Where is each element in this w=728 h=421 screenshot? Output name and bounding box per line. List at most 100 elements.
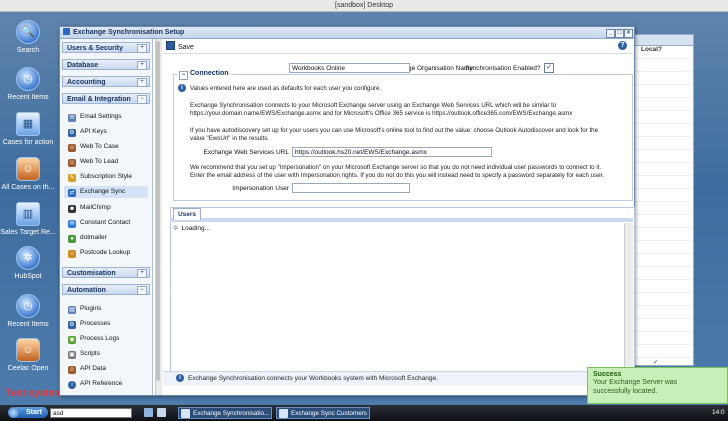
taskbar-search-input[interactable]: asd <box>50 408 132 418</box>
sidebar-item-label: API Keys <box>80 128 107 135</box>
clock-icon: ◷ <box>16 67 40 91</box>
desktop-icon-label: Recent Items <box>7 321 49 328</box>
desktop-icon-label: Recent Items <box>7 94 49 101</box>
sidebar-item-mailchimp[interactable]: ☻ MailChimp <box>68 202 111 214</box>
web-to-lead-icon: ☺ <box>68 159 76 167</box>
footer-text: Exchange Synchronisation connects your W… <box>188 375 438 382</box>
section-label: Accounting <box>67 79 106 86</box>
maximize-button[interactable]: □ <box>615 29 624 38</box>
plugins-icon: ▤ <box>68 306 76 314</box>
sidebar-item-label: Email Settings <box>80 113 122 120</box>
scripts-icon: ▣ <box>68 351 76 359</box>
search-icon[interactable]: ⌕ <box>124 408 128 418</box>
window-titlebar[interactable]: Exchange Synchronisation Setup _ □ × <box>60 27 634 39</box>
expand-icon[interactable]: + <box>137 269 147 278</box>
section-label: Users & Security <box>67 45 124 52</box>
success-toast[interactable]: Success Your Exchange Server was success… <box>587 367 728 404</box>
expand-icon[interactable]: + <box>137 61 147 70</box>
sidebar-item-plugins[interactable]: ▤ Plugins <box>68 303 101 315</box>
start-orb-icon[interactable] <box>8 407 19 418</box>
users-scrollbar[interactable] <box>624 223 633 370</box>
minimize-button[interactable]: _ <box>606 29 615 38</box>
section-customisation[interactable]: Customisation + <box>62 267 150 278</box>
save-button[interactable]: Save <box>166 41 194 51</box>
sidebar-item-dotmailer[interactable]: ● dotmailer <box>68 232 107 244</box>
processes-icon: ⚙ <box>68 321 76 329</box>
users-tab-strip <box>170 218 633 222</box>
desktop-icon[interactable] <box>144 408 153 417</box>
help-icon[interactable]: ? <box>618 41 627 50</box>
expand-icon[interactable]: + <box>137 44 147 53</box>
spinner-icon: ✲ <box>173 225 179 232</box>
ews-url-label: Exchange Web Services URL <box>203 149 289 156</box>
sidebar-item-api-keys[interactable]: ⚙ API Keys <box>68 126 107 138</box>
desktop-icon-label: HubSpot <box>14 273 42 280</box>
section-accounting[interactable]: Accounting + <box>62 76 150 87</box>
desktop-icon-recent-items-2[interactable]: ◷ Recent Items <box>0 294 56 328</box>
window-icon <box>181 409 190 418</box>
sidebar-item-api-data[interactable]: ☺ API Data <box>68 363 106 375</box>
connection-legend[interactable]: − Connection <box>177 70 231 80</box>
web-to-case-icon: ☺ <box>68 144 76 152</box>
desktop-icon-sales-target[interactable]: ▥ Sales Target Re... <box>0 202 56 236</box>
task-exchange-synchronisation[interactable]: Exchange Synchronisatio... <box>178 407 272 419</box>
dotmailer-icon: ● <box>68 235 76 243</box>
sidebar-item-postcode-lookup[interactable]: ⌂ Postcode Lookup <box>68 247 130 259</box>
sync-enabled-checkbox[interactable]: ✓ <box>544 63 554 73</box>
exchange-sync-window[interactable]: Exchange Synchronisation Setup _ □ × Use… <box>59 26 635 396</box>
sidebar-item-process-logs[interactable]: ◉ Process Logs <box>68 333 119 345</box>
collapse-icon[interactable]: − <box>137 95 147 104</box>
collapse-icon[interactable]: − <box>137 286 147 295</box>
section-email-integration[interactable]: Email & Integration − <box>62 93 150 104</box>
sidebar-item-web-to-lead[interactable]: ☺ Web To Lead <box>68 156 118 168</box>
toast-message-2: successfully located. <box>593 388 658 395</box>
person-icon: ☺ <box>16 157 40 181</box>
expand-icon[interactable]: + <box>137 78 147 87</box>
section-automation[interactable]: Automation − <box>62 284 150 295</box>
sidebar-item-label: dotmailer <box>80 234 107 241</box>
connection-para-1a: Exchange Synchronisation connects to you… <box>190 102 557 109</box>
desktop-icon-ceelac-open[interactable]: ☺ Ceelac Open <box>0 338 56 372</box>
org-name-input[interactable]: Workbooks Online <box>289 63 410 73</box>
users-panel <box>170 207 635 373</box>
desktop-icon-search[interactable]: 🔍 Search <box>0 20 56 54</box>
sidebar-item-scripts[interactable]: ▣ Scripts <box>68 348 100 360</box>
ews-url-input[interactable]: https://outlook.hs20.net/EWS/Exchange.as… <box>292 147 492 157</box>
sidebar-item-constant-contact[interactable]: ✉ Constant Contact <box>68 217 130 229</box>
desktop-icon-hubspot[interactable]: ✲ HubSpot <box>0 246 56 280</box>
desktop-icon-all-cases[interactable]: ☺ All Cases on th... <box>0 157 56 191</box>
sidebar-item-exchange-sync[interactable]: ⇄ Exchange Sync <box>64 186 148 198</box>
collapse-icon[interactable]: − <box>179 71 188 80</box>
sidebar-item-api-reference[interactable]: i API Reference <box>68 378 122 390</box>
impersonation-user-label: Impersonation User <box>232 185 289 192</box>
impersonation-user-input[interactable] <box>292 183 410 193</box>
desktop-icon-label: Cases for action <box>2 139 54 146</box>
api-data-icon: ☺ <box>68 366 76 374</box>
taskbar-clock: 14:0 <box>712 409 725 416</box>
postcode-lookup-icon: ⌂ <box>68 250 76 258</box>
exchange-sync-icon: ⇄ <box>68 189 76 197</box>
close-button[interactable]: × <box>624 29 633 38</box>
tab-users[interactable]: Users <box>173 208 201 220</box>
hubspot-icon: ✲ <box>16 246 40 270</box>
task-exchange-sync-customers[interactable]: Exchange Sync Customers <box>276 407 370 419</box>
sidebar-item-web-to-case[interactable]: ☺ Web To Case <box>68 141 119 153</box>
desktop-icon-recent-items[interactable]: ◷ Recent Items <box>0 67 56 101</box>
sidebar-item-email-settings[interactable]: ✉ Email Settings <box>68 111 122 123</box>
clock-icon: ◷ <box>16 294 40 318</box>
sidebar-item-label: API Data <box>80 365 107 372</box>
desktop-title-bar: [sandbox] Desktop <box>0 0 728 12</box>
sidebar-scroll-thumb[interactable] <box>156 41 160 381</box>
sidebar-item-subscription-style[interactable]: ✎ Subscription Style <box>68 171 132 183</box>
cases-icon: ▦ <box>16 112 40 136</box>
sidebar-item-label: Web To Case <box>80 143 119 150</box>
sidebar-item-processes[interactable]: ⚙ Processes <box>68 318 110 330</box>
toast-title: Success <box>593 371 622 378</box>
connection-para-3b: Enter the email address of the user with… <box>190 172 605 179</box>
window-list-icon[interactable] <box>157 408 166 417</box>
toolbar <box>163 39 633 54</box>
section-users-security[interactable]: Users & Security + <box>62 42 150 53</box>
desktop-icon-cases-for-action[interactable]: ▦ Cases for action <box>0 112 56 146</box>
window-title: Exchange Synchronisation Setup <box>73 29 185 36</box>
section-database[interactable]: Database + <box>62 59 150 70</box>
